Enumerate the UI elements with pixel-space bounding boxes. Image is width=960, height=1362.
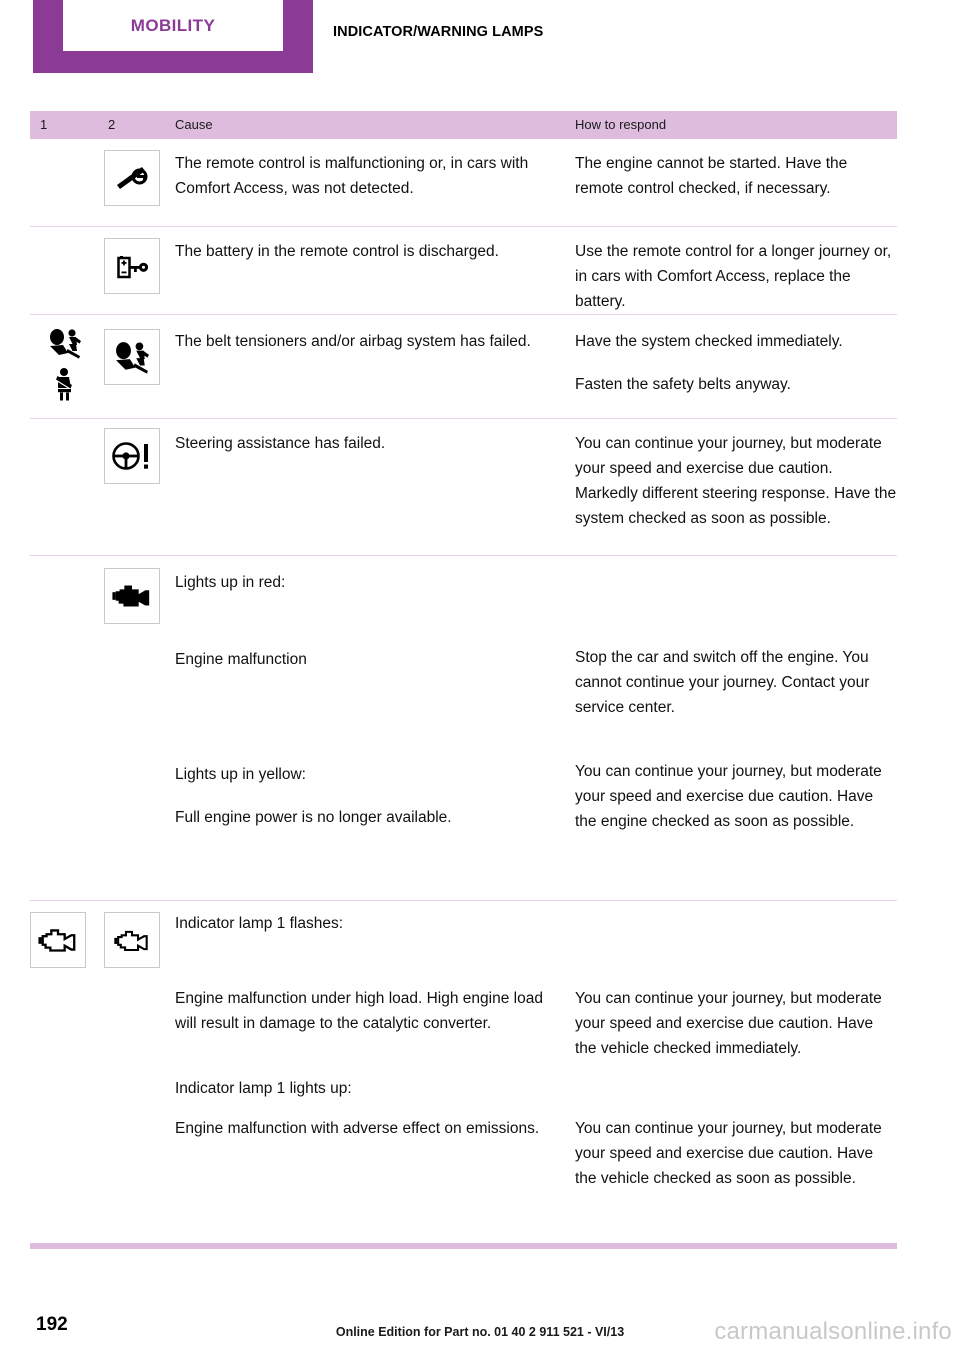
airbag-icon — [104, 329, 160, 385]
cause-text: Lights up in red: — [175, 574, 286, 591]
table-row: Steering assistance has failed. You can … — [30, 419, 897, 556]
key-crossed-out-icon — [104, 150, 160, 206]
respond-text: Have the system checked immediately. — [575, 333, 843, 350]
chapter-tab: MOBILITY — [33, 0, 313, 73]
lamp-icon-cell-1 — [30, 323, 100, 403]
lamp-icon-cell-2 — [104, 150, 174, 206]
cause-text: Full engine power is no longer available… — [175, 809, 452, 826]
indicator-warning-lamps-table: 1 2 Cause How to respond The remote cont… — [30, 111, 897, 1241]
respond-cell: Have the system checked immediately. Fas… — [575, 329, 897, 397]
respond-text: Use the remote control for a longer jour… — [575, 243, 892, 310]
respond-cell: Stop the car and switch off the engine. … — [575, 645, 897, 834]
respond-text: You can continue your journey, but moder… — [575, 1120, 882, 1187]
respond-text: The engine cannot be started. Have the r… — [575, 155, 848, 197]
steering-wheel-warning-icon — [104, 428, 160, 484]
respond-text: Fasten the safety belts anyway. — [575, 376, 791, 393]
watermark: carmanualsonline.info — [714, 1318, 952, 1345]
cause-cell: Indicator lamp 1 flashes: Engine malfunc… — [175, 911, 560, 1141]
cause-text: Indicator lamp 1 flashes: — [175, 915, 344, 932]
cause-text: Engine malfunction — [175, 651, 307, 668]
table-row: The belt tensioners and/or airbag system… — [30, 315, 897, 419]
respond-text: You can continue your journey, but moder… — [575, 990, 882, 1057]
cause-text: Engine malfunction with adverse effect o… — [175, 1120, 540, 1137]
cause-text: The belt tensioners and/or airbag system… — [175, 333, 531, 350]
battery-key-icon — [104, 238, 160, 294]
page-header: MOBILITY INDICATOR/WARNING LAMPS — [0, 0, 960, 100]
column-header-cause: Cause — [175, 117, 213, 132]
respond-cell: Use the remote control for a longer jour… — [575, 239, 897, 314]
cause-text: Lights up in yellow: — [175, 766, 306, 783]
table-row: Indicator lamp 1 flashes: Engine malfunc… — [30, 901, 897, 1241]
engine-outline-icon — [30, 912, 86, 968]
respond-text: You can continue your journey, but moder… — [575, 435, 897, 527]
cause-cell: The belt tensioners and/or airbag system… — [175, 329, 560, 354]
column-header-1: 1 — [40, 117, 48, 132]
lamp-icon-cell-2 — [104, 238, 174, 294]
lamp-icon-cell-2 — [104, 329, 174, 385]
respond-cell: The engine cannot be started. Have the r… — [575, 151, 897, 201]
table-row: The remote control is malfunctioning or,… — [30, 139, 897, 227]
lamp-icon-cell-2 — [104, 912, 174, 968]
lamp-icon-cell-2 — [104, 568, 174, 624]
lamp-icon-cell-1 — [30, 912, 100, 968]
cause-cell: The remote control is malfunctioning or,… — [175, 151, 560, 201]
cause-cell: The battery in the remote control is dis… — [175, 239, 560, 264]
section-title: INDICATOR/WARNING LAMPS — [333, 24, 544, 40]
column-header-how-to-respond: How to respond — [575, 117, 667, 132]
engine-filled-icon — [104, 568, 160, 624]
cause-text: The remote control is malfunctioning or,… — [175, 155, 529, 197]
table-header-row: 1 2 Cause How to respond — [30, 111, 897, 139]
chapter-label: MOBILITY — [130, 15, 216, 35]
cause-cell: Lights up in red: Engine malfunction Lig… — [175, 570, 560, 830]
respond-cell: You can continue your journey, but moder… — [575, 431, 897, 531]
table-bottom-bar — [30, 1243, 897, 1249]
engine-outline-icon — [104, 912, 160, 968]
respond-text: Stop the car and switch off the engine. … — [575, 649, 870, 716]
table-row: The battery in the remote control is dis… — [30, 227, 897, 315]
airbag-icon — [37, 323, 93, 363]
cause-text: Indicator lamp 1 lights up: — [175, 1080, 352, 1097]
cause-text: Engine malfunction under high load. High… — [175, 990, 543, 1032]
cause-text: Steering assistance has failed. — [175, 435, 386, 452]
table-row: Lights up in red: Engine malfunction Lig… — [30, 556, 897, 901]
cause-text: The battery in the remote control is dis… — [175, 243, 499, 260]
respond-text: You can continue your journey, but moder… — [575, 763, 882, 830]
column-header-2: 2 — [108, 117, 116, 132]
cause-cell: Steering assistance has failed. — [175, 431, 560, 456]
seatbelt-icon — [37, 365, 93, 403]
respond-cell: You can continue your journey, but moder… — [575, 986, 897, 1191]
chapter-tab-inner: MOBILITY — [63, 0, 283, 51]
lamp-icon-cell-2 — [104, 428, 174, 484]
